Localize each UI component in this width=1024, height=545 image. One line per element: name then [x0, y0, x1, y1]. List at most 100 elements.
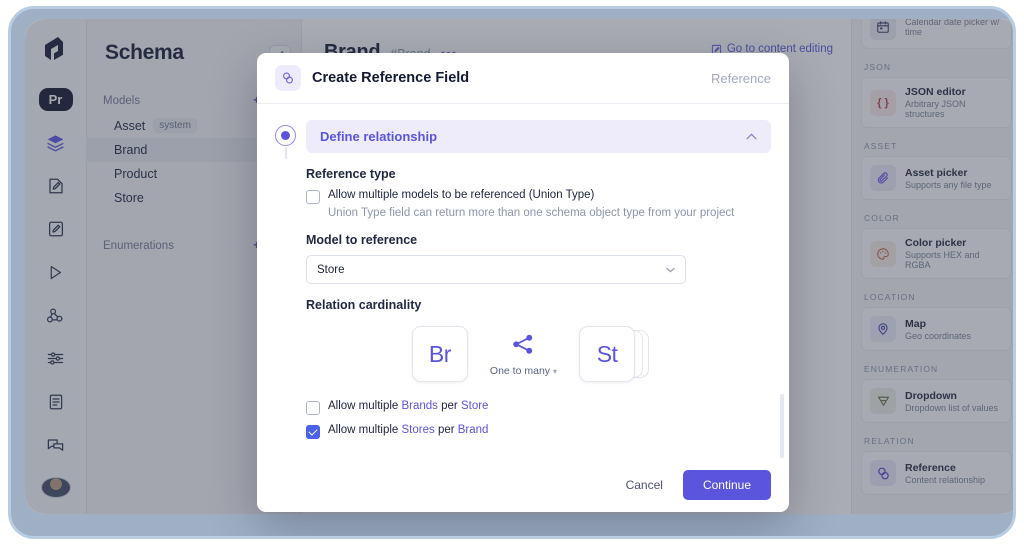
dropdown-triangle-icon [870, 388, 896, 415]
user-avatar[interactable] [40, 476, 71, 498]
field-card-desc: Supports HEX and RGBA [905, 250, 980, 271]
support-chat-icon[interactable] [39, 434, 73, 457]
field-card-dropdown[interactable]: Dropdown Dropdown list of values [861, 379, 1012, 424]
modal-header: Create Reference Field Reference [257, 53, 789, 104]
model-to-reference-section: Model to reference Store [275, 219, 771, 284]
model-to-reference-value: Store [317, 263, 345, 276]
model-name: Brand [114, 143, 148, 157]
continue-button[interactable]: Continue [682, 470, 771, 500]
field-card-name: Dropdown [905, 389, 957, 402]
relation-cardinality-section: Relation cardinality Br One to many ▾ St… [275, 284, 771, 439]
union-type-help-text: Union Type field can return more than on… [328, 207, 735, 219]
paperclip-icon [870, 165, 896, 192]
field-card-desc: Arbitrary JSON structures [905, 99, 966, 120]
field-card-map[interactable]: Map Geo coordinates [861, 307, 1012, 352]
reference-link-icon [870, 460, 896, 487]
field-category-asset: ASSET [864, 141, 898, 152]
palette-icon [870, 240, 896, 267]
prefix-text: Allow multiple [328, 424, 402, 436]
model-to-reference-label: Model to reference [306, 233, 418, 247]
cardinality-diagram: Br One to many ▾ St [306, 326, 771, 382]
allow-multiple-stores-label: Allow multiple Stores per Brand [328, 424, 488, 436]
prefix-text: Allow multiple [328, 400, 402, 412]
entity-a: Stores [401, 424, 435, 436]
model-name: Store [114, 191, 144, 205]
allow-multiple-stores-row[interactable]: Allow multiple Stores per Brand [306, 424, 771, 439]
webhooks-icon[interactable] [39, 304, 73, 327]
calendar-clock-icon [870, 19, 896, 40]
cardinality-left-entity: Br [411, 326, 468, 382]
field-card-asset-picker[interactable]: Asset picker Supports any file type [861, 156, 1012, 201]
media-edit-icon[interactable] [39, 218, 73, 241]
step-label: Define relationship [320, 129, 438, 144]
field-card-name: Map [905, 317, 926, 330]
models-group-label: Models [103, 95, 141, 107]
settings-sliders-icon[interactable] [39, 347, 73, 370]
model-to-reference-select[interactable]: Store [306, 255, 686, 284]
entity-b: Brand [457, 424, 489, 436]
system-tag: system [153, 118, 197, 133]
mid-text: per [437, 400, 461, 412]
field-card-name: JSON editor [905, 86, 966, 98]
chevron-down-icon: ▾ [553, 366, 558, 376]
api-playground-icon[interactable] [39, 261, 73, 284]
chevron-up-icon[interactable] [746, 133, 757, 140]
field-category-relation: RELATION [864, 436, 915, 447]
content-edit-icon[interactable] [39, 174, 73, 197]
field-card-name: Asset picker [905, 166, 968, 179]
field-category-color: COLOR [864, 213, 900, 224]
json-braces-icon: { } [870, 89, 896, 116]
step-header-bar[interactable]: Define relationship [306, 120, 771, 153]
cardinality-right-entity: St [579, 326, 650, 382]
allow-multiple-brands-row[interactable]: Allow multiple Brands per Store [306, 400, 771, 415]
union-type-checkbox[interactable] [306, 190, 320, 204]
union-type-checkbox-row[interactable]: Allow multiple models to be referenced (… [306, 189, 771, 204]
field-category-json: JSON [864, 62, 892, 72]
field-type-panel: Calendar date picker w/ time JSON { } JS… [851, 19, 1013, 514]
field-card-desc: Supports any file type [905, 179, 992, 190]
field-card-desc: Dropdown list of values [905, 402, 999, 413]
modal-body: Define relationship Reference type Allow… [257, 104, 789, 458]
modal-title: Create Reference Field [312, 70, 470, 86]
allow-multiple-stores-checkbox[interactable] [306, 425, 320, 439]
docs-icon[interactable] [39, 390, 73, 413]
field-card-desc: Content relationship [905, 474, 986, 485]
step-define-relationship[interactable]: Define relationship [275, 120, 771, 159]
field-category-enumeration: ENUMERATION [864, 364, 939, 375]
enumerations-group-label: Enumerations [103, 240, 174, 252]
screenshot-root: Pr Schema Models Asset system Brand Prod… [0, 0, 1024, 545]
mid-text: per [434, 424, 458, 436]
model-name: Asset [114, 118, 146, 133]
allow-multiple-brands-checkbox[interactable] [306, 401, 320, 415]
cancel-button[interactable]: Cancel [620, 471, 669, 499]
create-reference-field-modal: Create Reference Field Reference Define … [257, 53, 789, 512]
field-card-reference[interactable]: Reference Content relationship [861, 451, 1012, 496]
device-frame: Pr Schema Models Asset system Brand Prod… [8, 6, 1016, 539]
modal-scrollbar[interactable] [780, 394, 784, 458]
modal-field-kind: Reference [711, 70, 771, 86]
reference-type-section: Reference type Allow multiple models to … [275, 153, 771, 219]
field-card-desc: Calendar date picker w/ time [905, 19, 1000, 37]
map-pin-icon [870, 316, 896, 343]
field-card-datetime-partial[interactable]: Calendar date picker w/ time [861, 19, 1012, 49]
schema-layers-icon[interactable] [39, 131, 73, 154]
entity-b: Store [460, 400, 489, 412]
reference-link-icon [275, 65, 301, 91]
app-logo-icon[interactable] [43, 37, 69, 64]
model-name: Product [114, 167, 158, 181]
step-active-dot [275, 125, 296, 146]
right-entity-label: St [579, 326, 636, 382]
relation-cardinality-label: Relation cardinality [306, 298, 422, 312]
field-card-name: Reference [905, 461, 956, 474]
cardinality-selector[interactable]: One to many ▾ [490, 332, 557, 377]
cardinality-value[interactable]: One to many ▾ [490, 365, 557, 377]
project-badge[interactable]: Pr [38, 88, 73, 112]
step-connector-line [285, 147, 287, 159]
one-to-many-graph-icon [511, 332, 536, 357]
field-card-json-editor[interactable]: { } JSON editor Arbitrary JSON structure… [861, 77, 1012, 129]
allow-multiple-brands-label: Allow multiple Brands per Store [328, 400, 488, 412]
left-entity-label: Br [411, 326, 468, 382]
field-card-color-picker[interactable]: Color picker Supports HEX and RGBA [861, 228, 1012, 280]
field-card-desc: Geo coordinates [905, 330, 972, 341]
field-card-name: Color picker [905, 237, 967, 250]
